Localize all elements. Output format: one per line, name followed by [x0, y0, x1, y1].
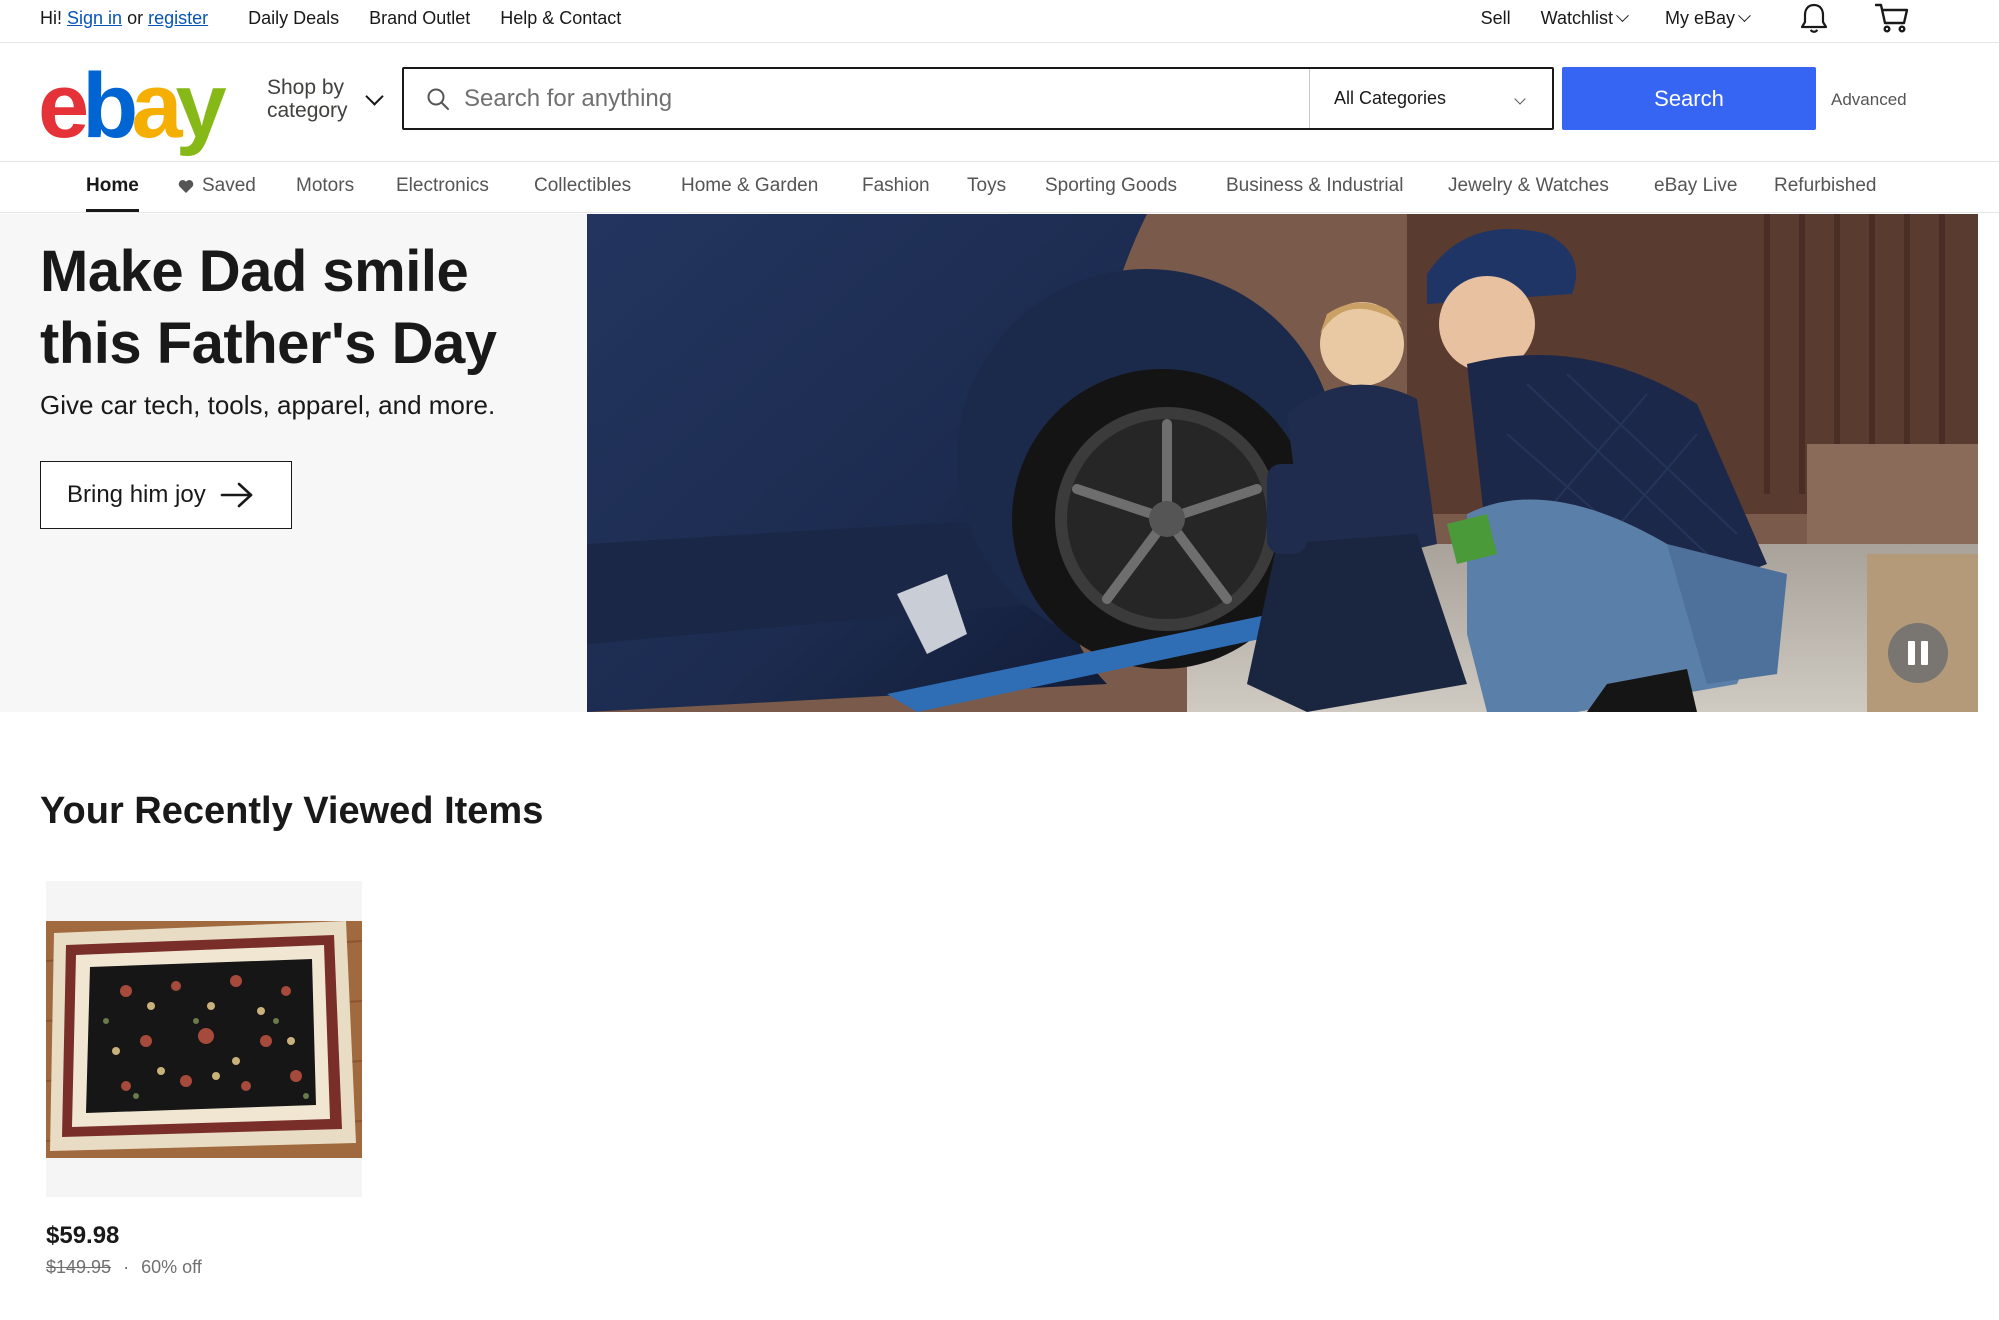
category-select-value: All Categories — [1334, 88, 1447, 108]
category-nav: Home Saved Motors Electronics Collectibl… — [0, 163, 1999, 213]
shop-by-category-button[interactable]: Shop by category — [267, 76, 384, 122]
nav-item-electronics[interactable]: Electronics — [396, 175, 489, 197]
bell-icon — [1800, 3, 1828, 33]
register-link[interactable]: register — [148, 8, 208, 28]
item-price: $59.98 — [46, 1222, 120, 1249]
sell-link[interactable]: Sell — [1481, 8, 1511, 29]
chevron-down-icon — [1738, 8, 1751, 22]
hero-title: Make Dad smile this Father's Day — [40, 239, 497, 376]
help-contact-link[interactable]: Help & Contact — [500, 8, 621, 29]
my-ebay-label: My eBay — [1664, 7, 1735, 28]
or-text: or — [127, 7, 144, 28]
nav-item-saved-label: Saved — [202, 175, 256, 196]
item-discount: 60% off — [141, 1257, 202, 1277]
sign-in-link[interactable]: Sign in — [67, 8, 122, 28]
search-icon — [427, 88, 449, 110]
recently-viewed-title: Your Recently Viewed Items — [40, 790, 544, 832]
search-input[interactable] — [464, 84, 1224, 113]
hero-image[interactable] — [587, 214, 1978, 712]
nav-item-sporting-goods[interactable]: Sporting Goods — [1045, 175, 1177, 197]
nav-item-toys[interactable]: Toys — [967, 175, 1006, 197]
my-ebay-menu[interactable]: My eBay — [1664, 7, 1751, 29]
ebay-logo[interactable]: ebay — [38, 60, 227, 152]
logo-letter-e: e — [38, 55, 89, 157]
nav-item-jewelry-watches[interactable]: Jewelry & Watches — [1448, 175, 1609, 197]
nav-item-refurbished[interactable]: Refurbished — [1774, 175, 1876, 197]
cart-icon — [1875, 3, 1909, 33]
arrow-right-icon — [220, 482, 253, 508]
nav-item-motors[interactable]: Motors — [296, 175, 354, 197]
logo-letter-b: b — [82, 55, 138, 157]
hero-photo — [587, 214, 1978, 712]
nav-item-collectibles[interactable]: Collectibles — [534, 175, 631, 197]
search-bar: All Categories — [402, 67, 1554, 130]
search-button[interactable]: Search — [1562, 67, 1816, 130]
heart-icon — [178, 179, 194, 193]
chevron-down-icon — [1514, 93, 1526, 105]
nav-item-home-garden[interactable]: Home & Garden — [681, 175, 818, 197]
notifications-button[interactable] — [1799, 2, 1829, 34]
rug-photo — [46, 881, 362, 1197]
pause-icon — [1921, 641, 1928, 665]
chevron-down-icon — [1616, 8, 1629, 22]
nav-item-business-industrial[interactable]: Business & Industrial — [1226, 175, 1403, 197]
topbar-right: Sell Watchlist My eBay — [1447, 0, 1909, 36]
category-label: category — [267, 99, 348, 122]
pause-icon — [1908, 641, 1915, 665]
nav-item-ebay-live[interactable]: eBay Live — [1654, 175, 1737, 197]
hero-banner: Make Dad smile this Father's Day Give ca… — [0, 214, 1978, 712]
topbar-left: Hi! Sign in or register Daily Deals Bran… — [40, 0, 621, 36]
search-field-wrapper — [404, 69, 1309, 128]
brand-outlet-link[interactable]: Brand Outlet — [369, 8, 470, 29]
nav-item-home[interactable]: Home — [86, 175, 139, 212]
logo-letter-y: y — [175, 55, 227, 157]
price-separator: · — [123, 1257, 130, 1277]
nav-item-fashion[interactable]: Fashion — [862, 175, 930, 197]
advanced-search-link[interactable]: Advanced — [1831, 90, 1907, 110]
recently-viewed-item-image[interactable] — [46, 881, 362, 1197]
top-utility-bar: Hi! Sign in or register Daily Deals Bran… — [0, 0, 1999, 43]
nav-item-saved[interactable]: Saved — [178, 175, 256, 197]
hero-subtitle: Give car tech, tools, apparel, and more. — [40, 390, 496, 420]
pause-button[interactable] — [1888, 623, 1948, 683]
chevron-down-icon — [365, 87, 384, 106]
hero-cta-button[interactable]: Bring him joy — [40, 461, 292, 529]
cart-button[interactable] — [1875, 2, 1909, 34]
greeting: Hi! Sign in or register — [40, 8, 208, 29]
watchlist-menu[interactable]: Watchlist — [1540, 7, 1629, 29]
greeting-text: Hi! — [40, 7, 62, 28]
site-header: ebay Shop by category All Categories Sea… — [0, 44, 1999, 162]
category-select[interactable]: All Categories — [1309, 69, 1552, 128]
item-original-price: $149.95 — [46, 1257, 112, 1277]
watchlist-label: Watchlist — [1540, 7, 1613, 28]
logo-letter-a: a — [131, 55, 182, 157]
hero-cta-label: Bring him joy — [67, 481, 206, 508]
item-price-details: $149.95 · 60% off — [46, 1257, 202, 1278]
daily-deals-link[interactable]: Daily Deals — [248, 8, 339, 29]
shop-by-label: Shop by — [267, 76, 345, 99]
